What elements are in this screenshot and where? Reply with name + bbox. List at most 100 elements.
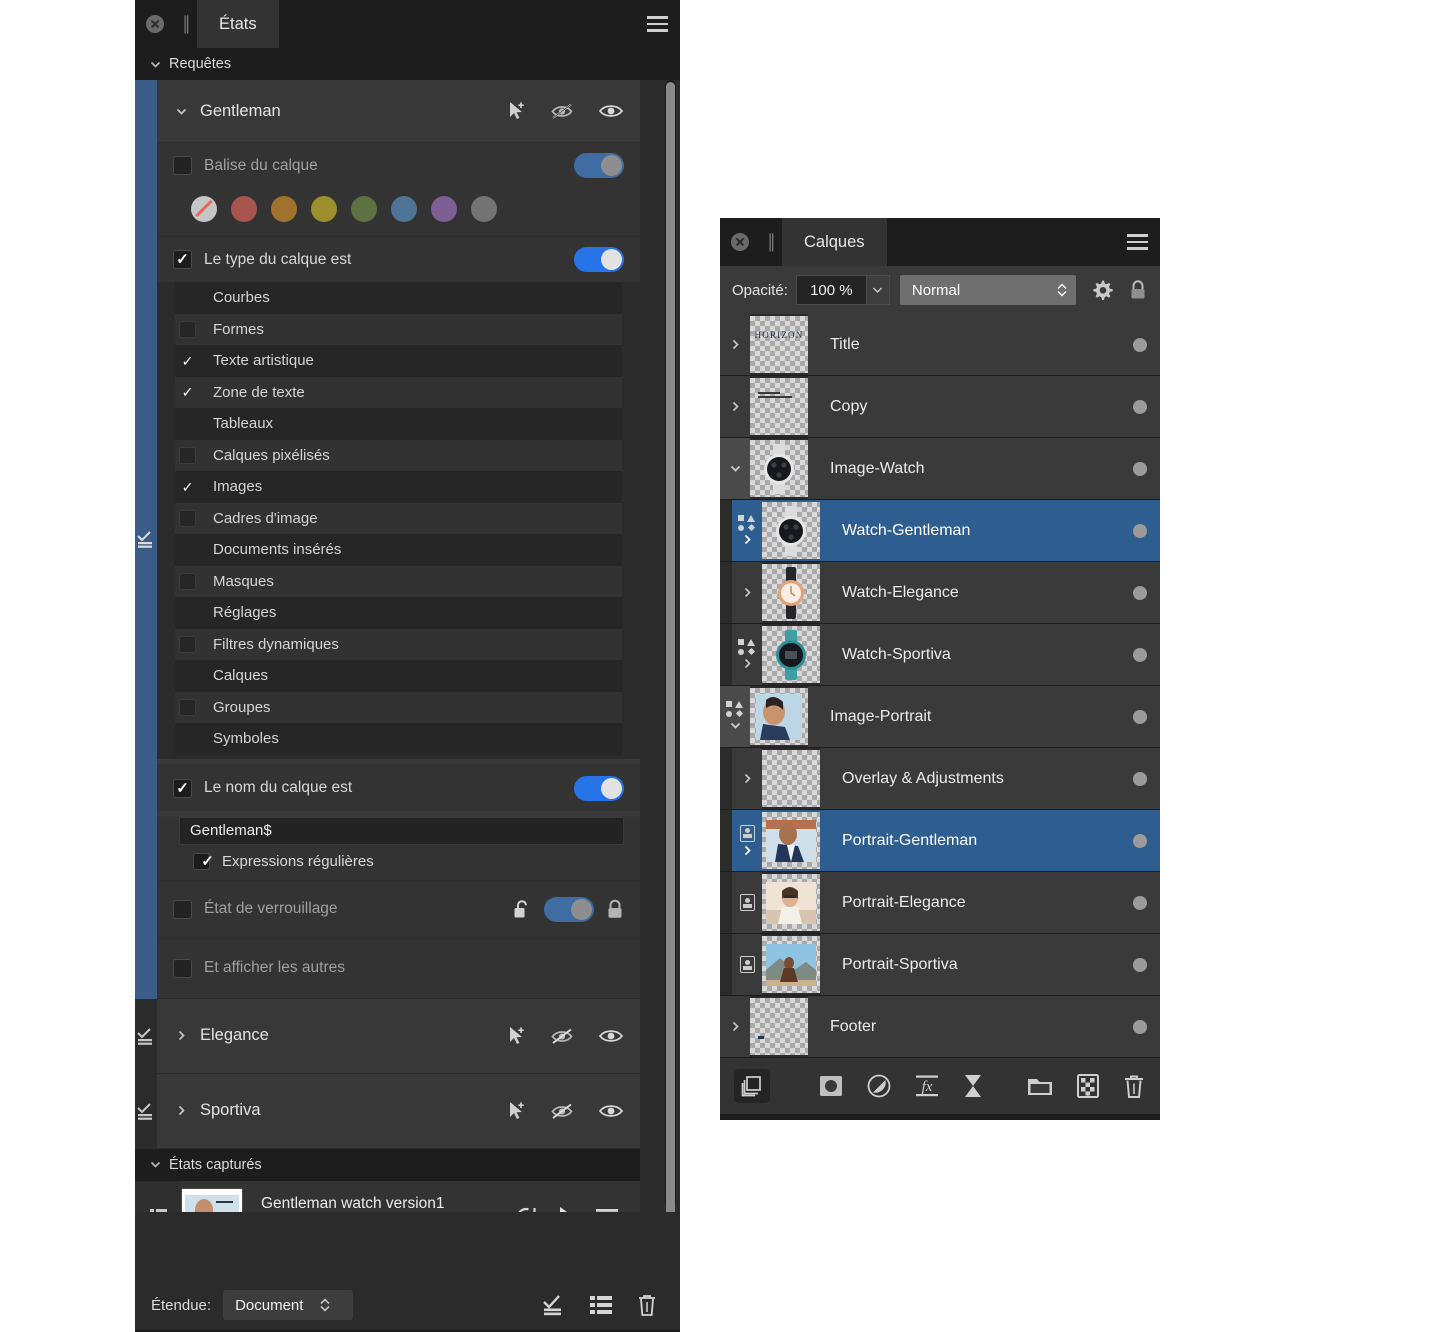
layer-settings-button[interactable] <box>1090 278 1114 302</box>
grip-icon[interactable]: ║ <box>760 218 782 266</box>
tab-etats[interactable]: États <box>197 0 279 48</box>
lock-toggle[interactable] <box>544 896 594 922</box>
table-row[interactable]: Copy <box>720 376 1160 438</box>
layer-lock-button[interactable] <box>1128 278 1148 302</box>
layer-select-dot[interactable] <box>1120 686 1160 747</box>
type-item-masques[interactable]: Masques <box>175 565 622 597</box>
criterion-tag-row[interactable]: Balise du calque <box>157 142 640 188</box>
type-item-checkbox[interactable] <box>179 320 196 338</box>
chevron-right-icon[interactable] <box>175 1104 188 1117</box>
layer-select-dot[interactable] <box>1120 934 1160 995</box>
swatch-gray[interactable] <box>471 196 497 222</box>
type-item-checkbox[interactable]: ✓ <box>179 352 196 369</box>
etats-close-button[interactable] <box>135 0 175 48</box>
tab-calques[interactable]: Calques <box>782 218 887 266</box>
group-folder-button[interactable] <box>1026 1074 1054 1098</box>
layer-expand-button[interactable] <box>732 500 762 561</box>
type-item-tableaux[interactable]: Tableaux <box>175 408 622 440</box>
layer-select-dot[interactable] <box>1120 748 1160 809</box>
layer-expand-button[interactable] <box>720 314 750 375</box>
type-item-checkbox[interactable]: ✓ <box>179 384 196 401</box>
name-input[interactable]: Gentleman$ <box>179 816 624 845</box>
layer-expand-button[interactable] <box>732 810 762 871</box>
scope-select[interactable]: Document <box>223 1290 354 1320</box>
type-item-calques-pixelises[interactable]: Calques pixélisés <box>175 439 622 471</box>
eye-icon[interactable] <box>598 1102 624 1120</box>
type-item-checkbox[interactable] <box>179 415 196 432</box>
table-row[interactable]: Watch-Elegance <box>720 562 1160 624</box>
name-checkbox[interactable]: ✓ <box>173 778 192 798</box>
type-checkbox[interactable]: ✓ <box>173 250 192 269</box>
type-item-texte-artistique[interactable]: ✓ Texte artistique <box>175 345 622 377</box>
table-row[interactable]: Portrait-Elegance <box>720 872 1160 934</box>
layer-select-dot[interactable] <box>1120 872 1160 933</box>
layer-select-dot[interactable] <box>1120 376 1160 437</box>
layer-expand-button[interactable] <box>732 624 762 685</box>
criterion-lock-row[interactable]: État de verrouillage <box>157 879 640 938</box>
layer-expand-button[interactable] <box>720 376 750 437</box>
pixel-layer-button[interactable] <box>1076 1073 1100 1099</box>
type-item-courbes[interactable]: Courbes <box>175 282 622 314</box>
layer-expand-button[interactable] <box>732 934 762 995</box>
etats-scrollbar[interactable] <box>665 80 676 1212</box>
type-item-checkbox[interactable]: ✓ <box>179 478 196 495</box>
table-row[interactable]: Watch-Gentleman <box>720 500 1160 562</box>
type-item-formes[interactable]: Formes <box>175 313 622 345</box>
table-row[interactable]: Portrait-Gentleman <box>720 810 1160 872</box>
type-item-checkbox[interactable] <box>179 541 196 558</box>
eye-slash-icon[interactable] <box>550 101 576 121</box>
group-rail-elegance[interactable] <box>135 998 157 1074</box>
captured-state-row[interactable]: Gentleman watch version1 81 calques <box>135 1180 640 1212</box>
layer-select-dot[interactable] <box>1120 810 1160 871</box>
type-item-filtres-dynamiques[interactable]: Filtres dynamiques <box>175 628 622 660</box>
table-row[interactable]: Image-Watch <box>720 438 1160 500</box>
layer-expand-button[interactable] <box>720 686 750 747</box>
layer-select-dot[interactable] <box>1120 562 1160 623</box>
group-rail-gentleman[interactable] <box>135 80 157 999</box>
type-item-reglages[interactable]: Réglages <box>175 597 622 629</box>
mask-button[interactable] <box>818 1074 844 1098</box>
fx-button[interactable]: fx <box>914 1073 940 1099</box>
eye-icon[interactable] <box>598 102 624 120</box>
grip-icon[interactable]: ║ <box>175 0 197 48</box>
select-cursor-add-icon[interactable] <box>506 100 528 122</box>
select-cursor-add-icon[interactable] <box>506 1100 528 1122</box>
etats-menu-button[interactable] <box>634 0 680 48</box>
layer-expand-button[interactable] <box>732 748 762 809</box>
type-item-groupes[interactable]: Groupes <box>175 691 622 723</box>
select-cursor-add-icon[interactable] <box>506 1025 528 1047</box>
trash-icon[interactable] <box>636 1293 658 1317</box>
layer-select-dot[interactable] <box>1120 500 1160 561</box>
chevron-right-icon[interactable] <box>175 1029 188 1042</box>
etats-scrollbar-thumb[interactable] <box>666 82 675 1212</box>
criterion-show-others-row[interactable]: Et afficher les autres <box>157 937 640 998</box>
group-header-elegance[interactable]: Elegance <box>157 998 640 1073</box>
type-item-checkbox[interactable] <box>179 446 196 464</box>
eye-icon[interactable] <box>598 1027 624 1045</box>
type-item-checkbox[interactable] <box>179 604 196 621</box>
table-row[interactable]: Overlay & Adjustments <box>720 748 1160 810</box>
layer-select-dot[interactable] <box>1120 996 1160 1057</box>
play-icon[interactable] <box>558 1206 576 1212</box>
layers-stack-button[interactable] <box>734 1069 770 1103</box>
layer-expand-button[interactable] <box>720 996 750 1057</box>
table-row[interactable]: Image-Portrait <box>720 686 1160 748</box>
table-row[interactable]: Portrait-Sportiva <box>720 934 1160 996</box>
show-others-checkbox[interactable] <box>173 958 192 978</box>
swatch-green[interactable] <box>351 196 377 222</box>
layer-expand-button[interactable] <box>732 872 762 933</box>
swatch-red[interactable] <box>231 196 257 222</box>
section-requetes-header[interactable]: Requêtes <box>135 48 680 80</box>
adjustment-button[interactable] <box>866 1073 892 1099</box>
group-rail-sportiva[interactable] <box>135 1073 157 1149</box>
type-item-checkbox[interactable] <box>179 730 196 747</box>
group-header-gentleman[interactable]: Gentleman <box>157 80 640 142</box>
tag-checkbox[interactable] <box>173 156 192 175</box>
group-header-sportiva[interactable]: Sportiva <box>157 1073 640 1148</box>
list-view-icon[interactable] <box>590 1294 612 1316</box>
tag-toggle[interactable] <box>574 153 624 178</box>
swatch-yellow[interactable] <box>311 196 337 222</box>
type-item-symboles[interactable]: Symboles <box>175 723 622 755</box>
opacity-input[interactable]: 100 % <box>795 275 866 305</box>
type-item-checkbox[interactable] <box>179 509 196 527</box>
